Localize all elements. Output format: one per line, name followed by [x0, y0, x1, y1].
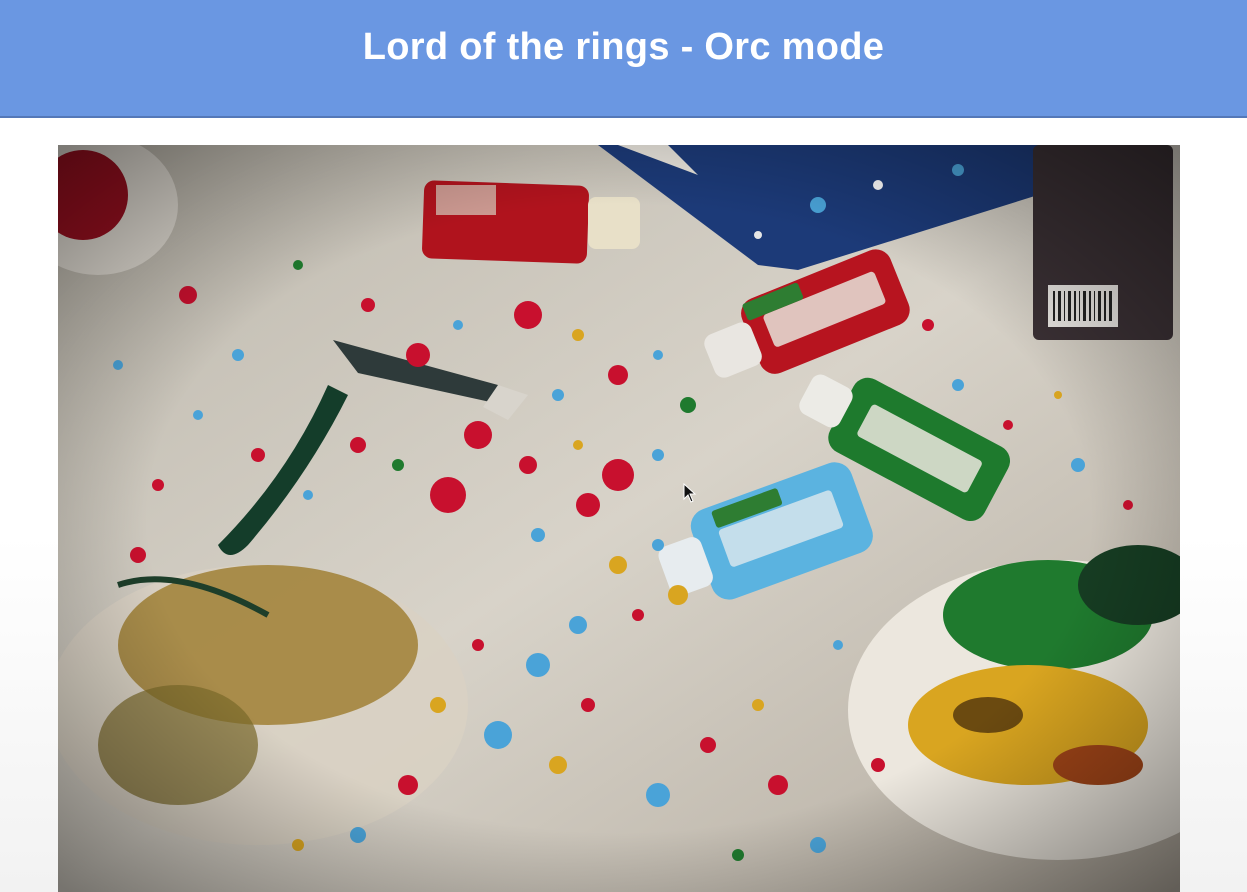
- slide-header: Lord of the rings - Orc mode: [0, 0, 1247, 118]
- slide-title: Lord of the rings - Orc mode: [362, 26, 885, 68]
- mouse-pointer-icon: [683, 482, 697, 508]
- paint-splatter-photo: [58, 145, 1180, 892]
